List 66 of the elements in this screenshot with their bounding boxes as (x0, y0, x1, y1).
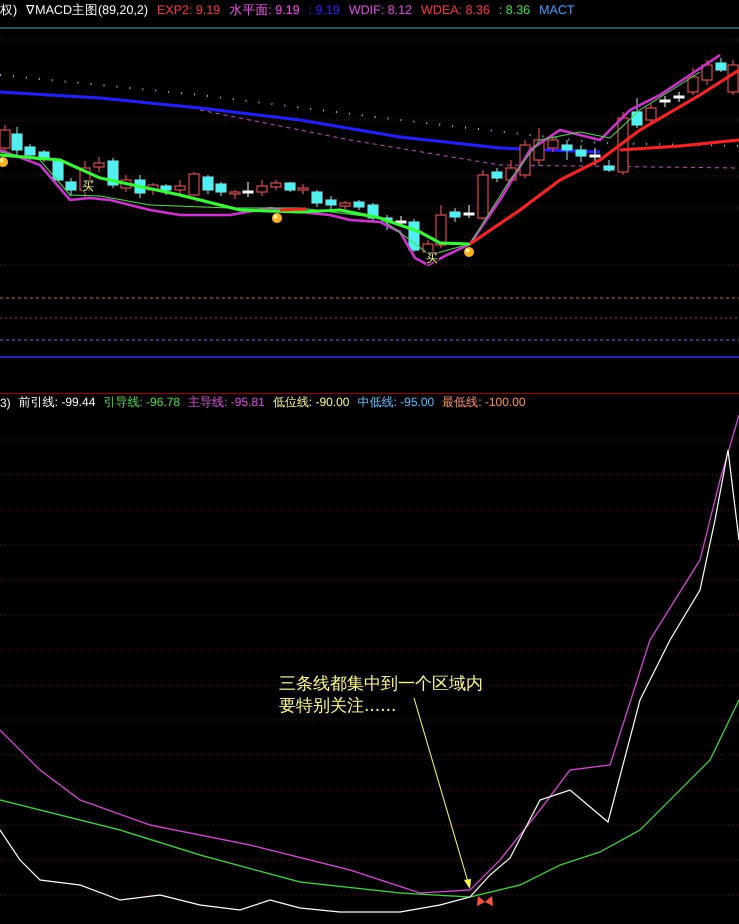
candlestick (450, 208, 460, 222)
candlestick (436, 204, 446, 248)
candlestick (632, 98, 642, 128)
candlestick (340, 200, 350, 210)
candlestick (230, 190, 240, 200)
candlestick (478, 170, 488, 220)
candlestick (674, 92, 684, 102)
candlestick (548, 134, 558, 152)
chart-title: ∇MACD主图(89,20,2) (26, 2, 148, 18)
candlestick (506, 160, 516, 184)
indicator-value: EXP2: 9.19 (157, 3, 220, 17)
candlestick (688, 68, 698, 96)
candlestick (38, 150, 50, 162)
butterfly-icon (477, 896, 493, 906)
candlestick (396, 216, 406, 226)
candlestick (52, 160, 64, 182)
annotation-text: 要特别关注...... (279, 695, 398, 717)
candlestick (242, 182, 254, 198)
candlestick (202, 174, 214, 194)
indicator-value: 中低线: -95.00 (357, 394, 434, 411)
indicator-value: WDEA: 8.36 (421, 3, 490, 17)
indicator-value: MACT (539, 3, 575, 17)
candlestick (562, 140, 572, 160)
indicator-value: 主导线: -95.81 (188, 394, 265, 411)
candlestick (464, 204, 474, 218)
candlestick (270, 180, 282, 190)
candlestick (604, 160, 614, 172)
candlestick (188, 172, 200, 196)
candlestick (66, 178, 76, 196)
candlestick (174, 180, 186, 194)
candlestick (590, 148, 600, 166)
candlestick (646, 104, 656, 122)
indicator-value: 前引线: -99.44 (18, 394, 96, 411)
indicator-label: 3) (0, 396, 11, 410)
candlestick (256, 180, 268, 196)
candlestick (326, 196, 336, 210)
candlestick (24, 144, 36, 160)
candlestick (382, 214, 392, 230)
indicator-label: 权) (0, 2, 18, 18)
indicator-value: : 9.19 (308, 3, 340, 17)
candlestick (148, 182, 158, 196)
ball-icon (464, 247, 474, 257)
candlestick (12, 126, 22, 156)
ball-icon (272, 213, 282, 223)
annotation-text: 三条线都集中到一个区域内 (279, 673, 483, 695)
candlestick (298, 184, 308, 194)
candlestick (216, 182, 226, 196)
candlestick (160, 184, 172, 196)
candlestick (492, 168, 502, 182)
candlestick (284, 182, 296, 192)
candlestick (660, 96, 670, 108)
indicator-value: : 8.36 (498, 3, 530, 17)
candlestick (576, 144, 586, 162)
candlestick (534, 128, 544, 166)
candlestick (94, 156, 104, 172)
indicator-value: 引导线: -96.78 (103, 394, 180, 411)
buy-mark: 买 (426, 251, 438, 265)
indicator-value: 最低线: -100.00 (442, 394, 526, 411)
candlestick (354, 200, 364, 210)
indicator-value: WDIF: 8.12 (348, 3, 412, 17)
candlestick (702, 60, 712, 86)
indicator-value: 水平面: 9.19 (229, 2, 300, 18)
candlestick (120, 174, 132, 192)
candlestick (134, 174, 146, 198)
indicator-value: 低位线: -90.00 (272, 394, 350, 411)
candlestick (312, 190, 322, 208)
